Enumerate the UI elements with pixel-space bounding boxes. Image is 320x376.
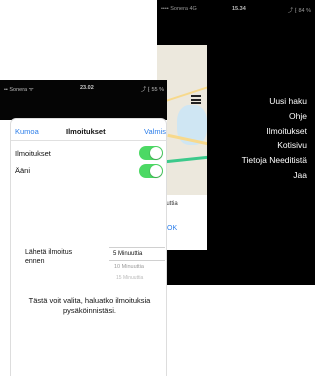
status-bar: •••• Sonera 4G 15.34 ⤴ ⁅ 84 % [157, 4, 315, 16]
picker-divider [109, 260, 165, 261]
notification-settings-screen: •• Sonera ᯤ 23.02 ⤴ ⁅ 55 % Kumoa Ilmoitu… [0, 80, 167, 376]
picker-option[interactable]: 15 Minuuttia [116, 275, 143, 281]
screenshot-collage: •••• Sonera 4G 15.34 ⤴ ⁅ 84 % uuttia OK … [0, 0, 315, 376]
picker-option[interactable]: 10 Minuuttia [114, 264, 144, 270]
settings-sheet: Kumoa Ilmoitukset Valmis Ilmoitukset Ään… [10, 118, 167, 376]
menu-item-about[interactable]: Tietoja Needitistä [242, 153, 307, 168]
done-button[interactable]: Valmis [144, 127, 166, 136]
menu-item-share[interactable]: Jaa [242, 168, 307, 183]
clock: 15.34 [232, 6, 246, 12]
menu-screen: •••• Sonera 4G 15.34 ⤴ ⁅ 84 % uuttia OK … [157, 0, 315, 285]
battery-indicator: ⤴ ⁅ 84 % [287, 8, 311, 14]
menu-item-homepage[interactable]: Kotisivu [242, 138, 307, 153]
divider [11, 140, 167, 141]
send-before-label: Lähetä ilmoitus ennen [25, 249, 73, 265]
ok-button[interactable]: OK [167, 225, 177, 232]
sound-label: Ääni [15, 166, 31, 175]
clock: 23.02 [80, 85, 94, 91]
carrier-label: •• Sonera ᯤ [4, 87, 34, 93]
notifications-label: Ilmoitukset [15, 149, 51, 158]
sheet-title: Ilmoitukset [66, 127, 106, 136]
menu-item-help[interactable]: Ohje [242, 109, 307, 124]
battery-indicator: ⤴ ⁅ 55 % [140, 87, 164, 93]
picker-divider [109, 247, 165, 248]
menu-item-new-search[interactable]: Uusi haku [242, 94, 307, 109]
minutes-picker[interactable]: 5 Minuuttia 10 Minuuttia 15 Minuuttia [109, 247, 165, 283]
navigation-bar: Kumoa Ilmoitukset Valmis [11, 127, 167, 141]
cancel-button[interactable]: Kumoa [15, 127, 39, 136]
picker-selected-option[interactable]: 5 Minuuttia [113, 251, 142, 257]
side-menu: Uusi haku Ohje Ilmoitukset Kotisivu Tiet… [242, 94, 307, 183]
hamburger-menu-icon[interactable] [191, 95, 202, 104]
carrier-label: •••• Sonera 4G [161, 6, 197, 12]
notifications-toggle[interactable] [139, 146, 163, 160]
status-bar: •• Sonera ᯤ 23.02 ⤴ ⁅ 55 % [0, 83, 167, 93]
info-text: Tästä voit valita, haluatko ilmoituksia … [28, 296, 151, 315]
sound-toggle[interactable] [139, 164, 163, 178]
menu-item-notifications[interactable]: Ilmoitukset [242, 124, 307, 139]
